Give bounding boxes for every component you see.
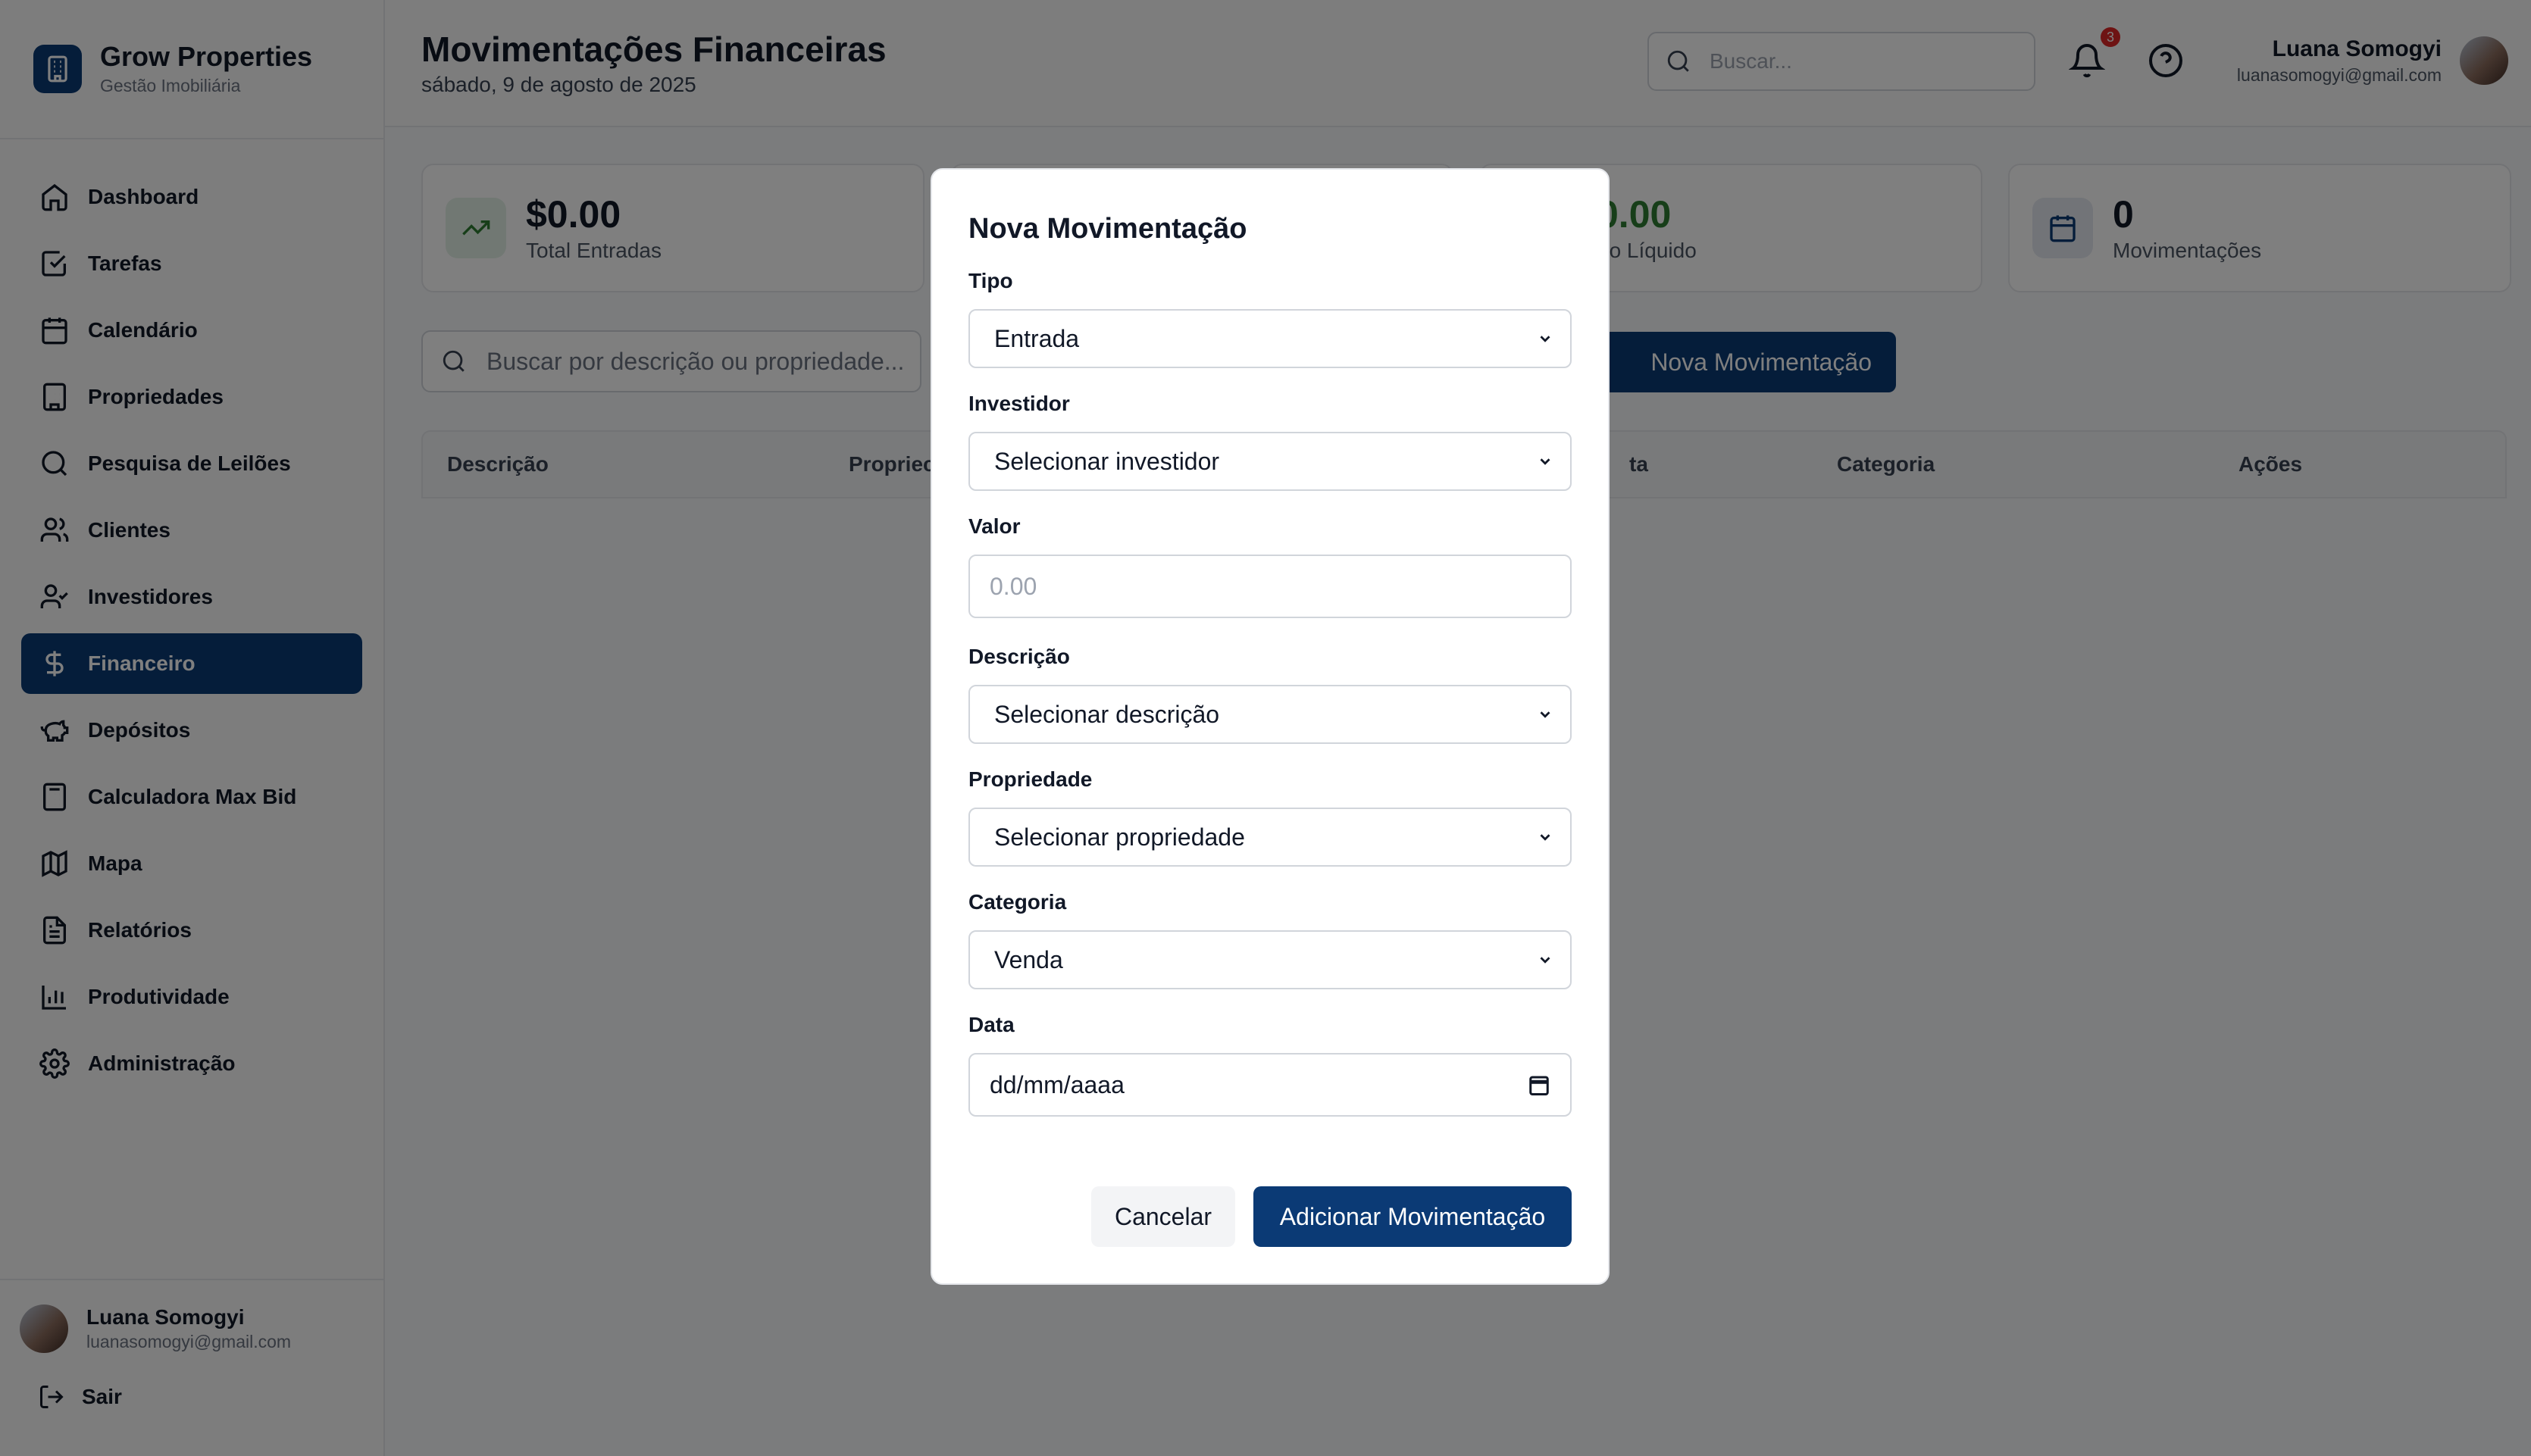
propriedade-label: Propriedade [968,767,1093,791]
investidor-select[interactable]: Selecionar investidor [968,432,1572,491]
new-movement-modal: Nova Movimentação Tipo Entrada Investido… [931,168,1610,1285]
propriedade-value: Selecionar propriedade [994,823,1245,851]
propriedade-select[interactable]: Selecionar propriedade [968,808,1572,867]
valor-input[interactable]: 0.00 [968,555,1572,618]
chevron-down-icon [1540,458,1550,465]
data-placeholder: dd/mm/aaaa [990,1070,1125,1098]
chevron-down-icon [1540,834,1550,841]
categoria-label: Categoria [968,890,1067,914]
data-input[interactable]: dd/mm/aaaa [968,1053,1572,1117]
valor-placeholder: 0.00 [990,572,1037,600]
tipo-label: Tipo [968,269,1013,292]
add-movement-button[interactable]: Adicionar Movimentação [1253,1186,1572,1247]
cancel-button[interactable]: Cancelar [1091,1186,1235,1247]
investidor-label: Investidor [968,392,1070,415]
chevron-down-icon [1540,711,1550,718]
tipo-select[interactable]: Entrada [968,309,1572,368]
investidor-value: Selecionar investidor [994,447,1220,475]
tipo-value: Entrada [994,324,1080,352]
modal-title: Nova Movimentação [968,213,1247,245]
descricao-label: Descrição [968,645,1070,668]
chevron-down-icon [1540,336,1550,342]
categoria-value: Venda [994,945,1063,973]
calendar-picker-icon[interactable] [1528,1073,1550,1096]
data-label: Data [968,1013,1015,1036]
chevron-down-icon [1540,957,1550,964]
descricao-value: Selecionar descrição [994,700,1220,728]
descricao-select[interactable]: Selecionar descrição [968,685,1572,744]
valor-label: Valor [968,514,1021,538]
categoria-select[interactable]: Venda [968,930,1572,989]
modal-actions: Cancelar Adicionar Movimentação [1091,1186,1572,1247]
